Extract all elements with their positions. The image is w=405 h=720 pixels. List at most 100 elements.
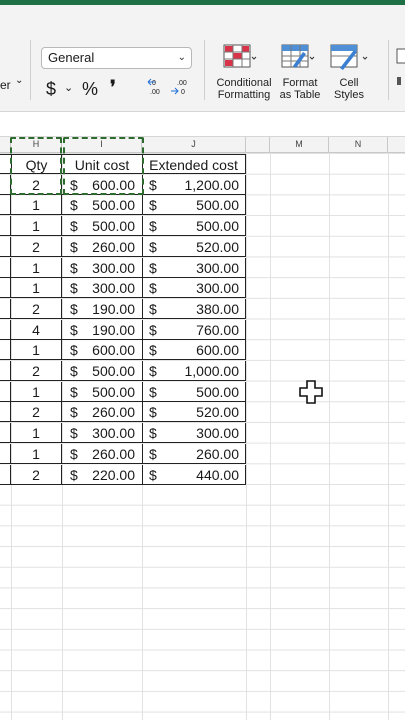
partial-cell[interactable] (0, 236, 11, 257)
partial-cell[interactable] (0, 402, 11, 423)
partial-cell[interactable] (0, 361, 11, 381)
cell-qty[interactable]: 4 (11, 319, 62, 340)
partial-cell[interactable] (0, 319, 11, 340)
cell-unit-cost[interactable]: 190.00 (62, 299, 143, 319)
cell-unit-cost[interactable]: 600.00 (62, 340, 143, 360)
cell-extended-cost[interactable]: 1,000.00 (142, 361, 246, 381)
cell-unit-cost[interactable]: 220.00 (62, 465, 143, 485)
column-header-n[interactable]: N (329, 137, 388, 152)
cell-extended-cost[interactable]: 300.00 (142, 278, 246, 298)
ribbon-home: er ⌄ General ⌄ $ ⌄ % ❜ 0.00 .00 0 Conditi… (0, 5, 405, 112)
cell-qty[interactable]: 1 (11, 278, 62, 299)
insert-cells-icon[interactable] (396, 47, 405, 92)
cell-qty[interactable]: 2 (11, 298, 62, 319)
cell-unit-cost[interactable]: 260.00 (62, 444, 143, 464)
cell-unit-cost[interactable]: 300.00 (62, 258, 143, 278)
column-header-hidden[interactable] (246, 137, 270, 152)
cell-qty[interactable]: 1 (11, 195, 62, 216)
partial-cell[interactable] (0, 195, 11, 216)
cell-extended-cost[interactable]: 260.00 (142, 444, 246, 464)
cell-qty[interactable]: 2 (11, 361, 62, 381)
gridline (270, 153, 271, 720)
cell-qty[interactable]: 2 (11, 402, 62, 423)
format-as-table-label[interactable]: Format as Table (276, 77, 324, 101)
cell-extended-cost[interactable]: 520.00 (142, 402, 246, 422)
cell-unit-cost[interactable]: 190.00 (62, 320, 143, 340)
svg-text:0: 0 (181, 89, 185, 96)
cell-unit-cost[interactable]: 260.00 (62, 237, 143, 257)
cell-extended-cost[interactable]: 300.00 (142, 258, 246, 278)
cell-extended-cost[interactable]: 500.00 (142, 216, 246, 236)
gridline (246, 153, 247, 720)
formula-bar[interactable] (0, 112, 405, 137)
cell-extended-cost[interactable]: 760.00 (142, 320, 246, 340)
column-header-j[interactable]: J (142, 137, 246, 152)
label-line: Cell (339, 77, 359, 89)
cell-extended-cost[interactable]: 380.00 (142, 299, 246, 319)
svg-text:.00: .00 (177, 80, 187, 87)
copy-marquee-qty (10, 137, 62, 195)
cell-select-cursor-icon (299, 380, 323, 409)
comma-style-button[interactable]: ❜ (110, 77, 116, 98)
cell-extended-cost[interactable]: 520.00 (142, 237, 246, 257)
cell-extended-cost[interactable]: 500.00 (142, 195, 246, 215)
partial-cell[interactable] (0, 464, 11, 485)
increase-decimal-icon[interactable]: .00 0 (170, 77, 190, 102)
cell-unit-cost[interactable]: 500.00 (62, 216, 143, 236)
partial-cell[interactable] (0, 298, 11, 319)
cell-extended-cost[interactable]: 600.00 (142, 340, 246, 360)
cell-qty[interactable]: 1 (11, 423, 62, 444)
cell-unit-cost[interactable]: 500.00 (62, 382, 143, 402)
column-header[interactable] (388, 137, 405, 152)
currency-format-button[interactable]: $ (46, 79, 56, 100)
cell-qty[interactable]: 2 (11, 236, 62, 257)
label-line: Formatting (217, 89, 271, 101)
conditional-formatting-label[interactable]: Conditional Formatting (214, 77, 274, 101)
partial-cell[interactable] (0, 216, 11, 237)
cell-styles-icon[interactable] (330, 44, 370, 75)
partial-cell[interactable] (0, 443, 11, 464)
cell-qty[interactable]: 1 (11, 443, 62, 464)
cell-extended-cost[interactable]: 500.00 (142, 382, 246, 402)
chevron-down-icon[interactable]: ⌄ (15, 75, 23, 86)
ribbon-partial-label: er (0, 78, 11, 92)
chevron-down-icon[interactable]: ⌄ (64, 81, 73, 94)
cell-qty[interactable]: 1 (11, 340, 62, 361)
percent-style-button[interactable]: % (82, 79, 98, 100)
partial-cell[interactable] (0, 381, 11, 402)
partial-cell[interactable] (0, 278, 11, 299)
ribbon-divider (388, 40, 389, 100)
label-line: Styles (334, 89, 364, 101)
partial-cell[interactable] (0, 340, 11, 361)
cell-extended-cost[interactable]: 300.00 (142, 423, 246, 443)
cell-qty[interactable]: 1 (11, 257, 62, 278)
gridline (388, 153, 389, 720)
cell-unit-cost[interactable]: 500.00 (62, 195, 143, 215)
ribbon-divider (204, 40, 205, 100)
cell-unit-cost[interactable]: 260.00 (62, 402, 143, 422)
svg-text:.00: .00 (150, 89, 160, 96)
label-line: as Table (279, 89, 321, 101)
svg-text:0: 0 (152, 80, 156, 87)
header-extended-cost[interactable]: Extended cost (142, 154, 246, 174)
cell-unit-cost[interactable]: 300.00 (62, 423, 143, 443)
format-as-table-icon[interactable] (281, 44, 315, 75)
cell-styles-label[interactable]: Cell Styles (327, 77, 371, 101)
gridline (329, 153, 330, 720)
partial-cell[interactable] (0, 423, 11, 444)
conditional-formatting-icon[interactable] (223, 44, 257, 75)
column-header-m[interactable]: M (270, 137, 329, 152)
ribbon-divider (30, 40, 31, 100)
cell-extended-cost[interactable]: 1,200.00 (142, 175, 246, 195)
number-format-value: General (48, 50, 95, 65)
decrease-decimal-icon[interactable]: 0.00 (147, 77, 167, 102)
cell-extended-cost[interactable]: 440.00 (142, 465, 246, 485)
number-format-select[interactable]: General ⌄ (41, 47, 192, 69)
copy-marquee-unit-cost (63, 137, 144, 195)
cell-unit-cost[interactable]: 300.00 (62, 278, 143, 298)
cell-qty[interactable]: 1 (11, 216, 62, 237)
cell-qty[interactable]: 1 (11, 381, 62, 402)
cell-unit-cost[interactable]: 500.00 (62, 361, 143, 381)
cell-qty[interactable]: 2 (11, 464, 62, 485)
partial-cell[interactable] (0, 257, 11, 278)
